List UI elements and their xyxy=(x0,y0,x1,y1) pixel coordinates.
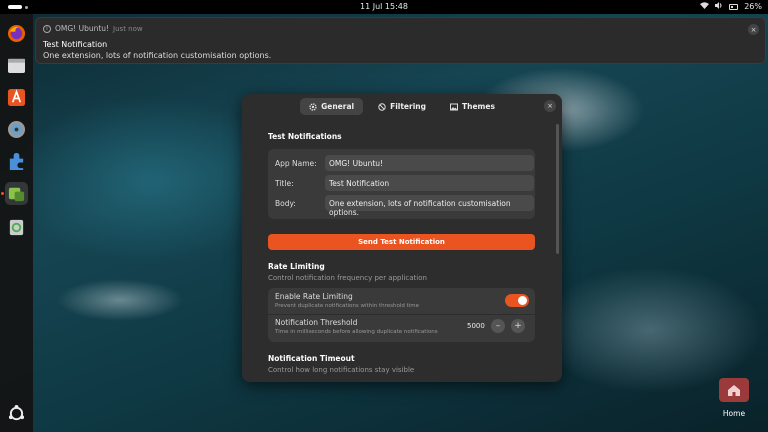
dock xyxy=(0,14,33,432)
block-icon xyxy=(378,102,386,111)
test-notifications-heading: Test Notifications xyxy=(268,132,342,141)
enable-rate-limiting-text: Enable Rate Limiting Prevent duplicate n… xyxy=(275,292,419,309)
files-icon[interactable] xyxy=(5,54,28,77)
send-test-notification-button[interactable]: Send Test Notification xyxy=(268,234,535,250)
disc-icon[interactable] xyxy=(5,118,28,141)
preferences-dialog: General Filtering Themes × Test Notifica… xyxy=(242,94,562,382)
tab-bar: General Filtering Themes xyxy=(242,98,562,118)
battery-icon xyxy=(729,3,739,10)
app-name-label: App Name: xyxy=(275,158,317,168)
tab-filtering[interactable]: Filtering xyxy=(369,98,435,115)
body-label: Body: xyxy=(275,198,296,208)
trash-icon[interactable] xyxy=(5,216,28,239)
notification-banner[interactable]: i OMG! Ubuntu! Just now Test Notificatio… xyxy=(35,17,766,64)
notification-header: i OMG! Ubuntu! Just now xyxy=(43,24,143,33)
home-folder-icon[interactable] xyxy=(719,378,749,402)
enable-rate-limiting-desc: Prevent duplicate notifications within t… xyxy=(275,303,420,309)
notification-title: Test Notification xyxy=(43,40,108,49)
tab-general[interactable]: General xyxy=(300,98,364,115)
app-name-row: App Name: OMG! Ubuntu! xyxy=(275,155,534,171)
rate-limiting-subtitle: Control notification frequency per appli… xyxy=(268,274,427,282)
app-center-icon[interactable] xyxy=(5,86,28,109)
tab-themes-label: Themes xyxy=(462,102,495,111)
threshold-value[interactable]: 5000 xyxy=(467,322,485,330)
extensions-icon[interactable] xyxy=(5,150,28,173)
tab-filtering-label: Filtering xyxy=(390,102,426,111)
threshold-decrease-button[interactable]: – xyxy=(491,319,505,333)
top-bar: 11 Jul 15:48 26% xyxy=(0,0,768,14)
dialog-content: Test Notifications App Name: OMG! Ubuntu… xyxy=(268,124,535,374)
rate-limiting-group: Enable Rate Limiting Prevent duplicate n… xyxy=(268,288,535,342)
image-icon xyxy=(450,103,458,111)
tab-themes[interactable]: Themes xyxy=(441,98,504,115)
divider xyxy=(268,314,535,315)
extension-manager-icon[interactable] xyxy=(1,182,28,205)
threshold-increase-button[interactable]: + xyxy=(511,319,525,333)
show-apps-icon[interactable] xyxy=(5,402,28,425)
firefox-icon[interactable] xyxy=(5,22,28,45)
threshold-label: Notification Threshold xyxy=(275,318,358,327)
system-tray[interactable]: 26% xyxy=(700,2,762,11)
title-row: Title: Test Notification xyxy=(275,175,534,191)
body-field[interactable]: One extension, lots of notification cust… xyxy=(325,195,534,217)
title-field[interactable]: Test Notification xyxy=(325,175,534,191)
gear-icon xyxy=(309,102,317,111)
body-row: Body: One extension, lots of notificatio… xyxy=(275,195,534,217)
threshold-desc: Time in milliseconds before allowing dup… xyxy=(275,329,438,335)
volume-icon xyxy=(715,2,723,11)
battery-percentage: 26% xyxy=(744,2,762,11)
rate-limiting-toggle[interactable] xyxy=(505,294,529,307)
notification-body: One extension, lots of notification cust… xyxy=(43,51,272,60)
notification-time: Just now xyxy=(113,24,143,33)
threshold-text: Notification Threshold Time in milliseco… xyxy=(275,318,438,335)
notification-close-button[interactable]: × xyxy=(748,24,759,35)
dialog-scrollbar[interactable] xyxy=(556,124,559,254)
home-folder-label[interactable]: Home xyxy=(718,409,750,418)
clock[interactable]: 11 Jul 15:48 xyxy=(0,2,768,11)
test-notification-form: App Name: OMG! Ubuntu! Title: Test Notif… xyxy=(268,149,535,219)
dialog-close-button[interactable]: × xyxy=(544,100,556,112)
notification-timeout-heading: Notification Timeout xyxy=(268,354,355,363)
tab-general-label: General xyxy=(321,102,355,111)
wifi-icon xyxy=(700,2,710,11)
notification-app-name: OMG! Ubuntu! xyxy=(55,24,110,33)
title-label: Title: xyxy=(275,178,294,188)
info-icon: i xyxy=(43,24,51,33)
running-indicator xyxy=(1,192,4,195)
enable-rate-limiting-label: Enable Rate Limiting xyxy=(275,292,353,301)
notification-timeout-subtitle: Control how long notifications stay visi… xyxy=(268,366,415,374)
app-name-field[interactable]: OMG! Ubuntu! xyxy=(325,155,534,171)
rate-limiting-heading: Rate Limiting xyxy=(268,262,325,271)
